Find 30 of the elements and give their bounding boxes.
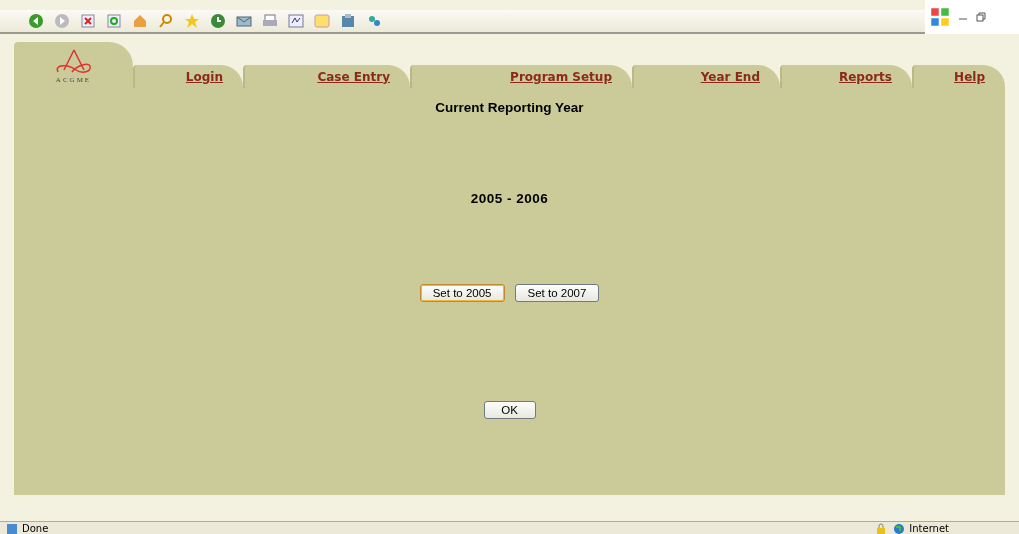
nav-link[interactable]: Login	[185, 69, 223, 84]
nav-link[interactable]: Program Setup	[510, 69, 612, 84]
mail-icon[interactable]	[236, 13, 252, 29]
nav-link[interactable]: Year End	[700, 69, 760, 84]
page-heading: Current Reporting Year	[435, 100, 584, 115]
restore-icon[interactable]	[975, 9, 987, 25]
nav-link[interactable]: Help	[954, 69, 985, 84]
zone-text: Internet	[909, 523, 949, 534]
reporting-year: 2005 - 2006	[470, 191, 549, 206]
edit-icon[interactable]	[288, 13, 304, 29]
stop-icon[interactable]	[80, 13, 96, 29]
status-text: Done	[22, 523, 49, 534]
star-icon[interactable]	[184, 13, 200, 29]
windows-flag-icon	[929, 7, 951, 27]
ok-button[interactable]: OK	[483, 401, 536, 419]
lock-icon	[875, 522, 888, 534]
note-icon[interactable]	[314, 13, 330, 29]
search-icon[interactable]	[158, 13, 174, 29]
set-year-button[interactable]: Set to 2005	[419, 284, 505, 302]
nav-link[interactable]: Reports	[839, 69, 892, 84]
refresh-icon[interactable]	[106, 13, 122, 29]
back-icon[interactable]	[28, 13, 44, 29]
set-year-button[interactable]: Set to 2007	[514, 284, 600, 302]
home-icon[interactable]	[132, 13, 148, 29]
print-icon[interactable]	[262, 13, 278, 29]
page-icon	[6, 522, 18, 534]
nav-link[interactable]: Case Entry	[317, 69, 390, 84]
globe-icon	[893, 522, 906, 534]
history-icon[interactable]	[210, 13, 226, 29]
forward-icon[interactable]	[54, 13, 70, 29]
